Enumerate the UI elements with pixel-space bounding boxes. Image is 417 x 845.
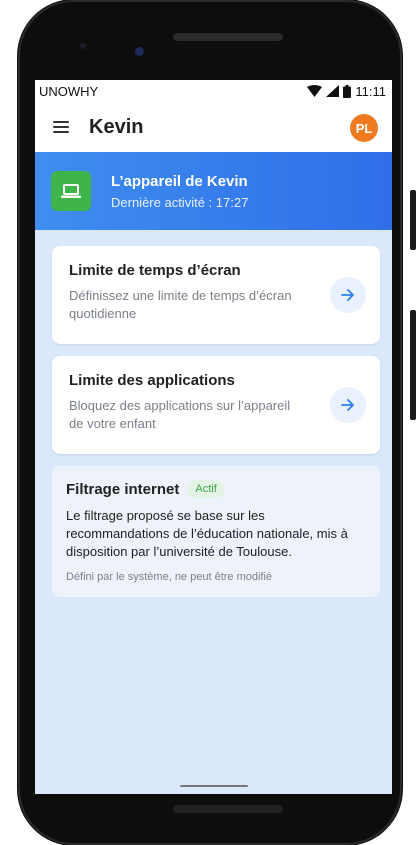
status-icons: 11:11	[307, 84, 386, 99]
filter-note: Défini par le système, ne peut être modi…	[66, 571, 273, 583]
status-time: 11:11	[355, 83, 386, 99]
arrow-right-icon	[341, 289, 354, 301]
front-camera	[135, 47, 144, 56]
card-title: Limite de temps d’écran	[69, 262, 241, 279]
internet-filter-card: Filtrage internet Actif Le filtrage prop…	[52, 466, 380, 597]
card-description: Bloquez des applications sur l’appareil …	[69, 398, 291, 431]
wifi-icon	[307, 85, 323, 97]
device-banner: L’appareil de Kevin Dernière activité : …	[35, 152, 392, 230]
card-description: Définissez une limite de temps d’écran q…	[69, 288, 292, 321]
filter-title: Filtrage internet	[66, 480, 180, 498]
status-badge: Actif	[187, 480, 225, 498]
page-title: Kevin	[89, 115, 144, 138]
battery-icon	[343, 84, 352, 98]
cards-list: Limite de temps d’écran Définissez une l…	[35, 230, 392, 597]
app-bar: Kevin PL	[35, 102, 392, 152]
hamburger-menu-icon[interactable]	[53, 121, 69, 133]
sensor-dot	[80, 43, 86, 49]
volume-button	[410, 310, 416, 420]
app-limit-arrow-button[interactable]	[330, 387, 366, 423]
arrow-right-icon	[341, 399, 354, 411]
power-button	[410, 190, 416, 250]
app-limit-card[interactable]: Limite des applications Bloquez des appl…	[52, 356, 380, 454]
signal-icon	[326, 85, 340, 97]
device-icon-box	[51, 171, 91, 211]
device-last-activity: Dernière activité : 17:27	[111, 194, 249, 210]
status-bar: UNOWHY 11:11	[35, 80, 392, 102]
device-info: L’appareil de Kevin Dernière activité : …	[111, 173, 248, 210]
card-title: Limite des applications	[69, 372, 235, 389]
screen-time-limit-card[interactable]: Limite de temps d’écran Définissez une l…	[52, 246, 380, 344]
laptop-icon	[61, 184, 81, 198]
screen-time-arrow-button[interactable]	[330, 277, 366, 313]
top-speaker	[173, 33, 283, 41]
carrier-label: UNOWHY	[39, 83, 99, 99]
bottom-speaker	[173, 805, 283, 813]
home-indicator[interactable]	[180, 785, 248, 787]
filter-header: Filtrage internet Actif	[66, 480, 366, 498]
filter-description: Le filtrage proposé se base sur les reco…	[66, 508, 348, 559]
device-name: L’appareil de Kevin	[111, 172, 248, 190]
avatar[interactable]: PL	[350, 114, 378, 142]
device-screen: UNOWHY 11:11 Kevin PL L’appareil de Kevi…	[35, 80, 392, 794]
